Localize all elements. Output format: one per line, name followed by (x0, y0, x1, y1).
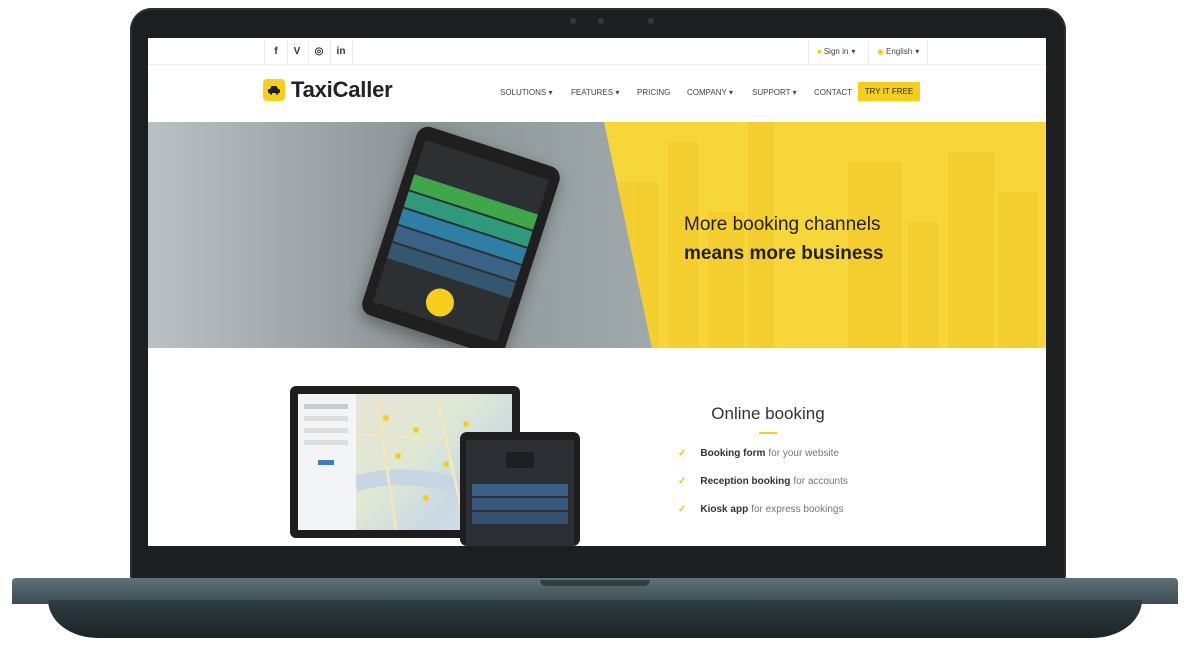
vimeo-icon[interactable]: V (286, 38, 309, 64)
booking-form-preview (298, 394, 357, 530)
feature-name: Reception booking (700, 476, 791, 487)
check-icon: ✓ (678, 448, 687, 459)
instagram-icon[interactable]: ◎ (308, 38, 331, 64)
tablet-mockup-screen (466, 440, 574, 546)
chevron-down-icon: ▾ (915, 46, 920, 56)
nav-contact[interactable]: CONTACT (814, 88, 852, 97)
feature-item: ✓ Booking form for your website (678, 448, 839, 459)
nav-label: SUPPORT (752, 88, 791, 97)
nav-solutions[interactable]: SOLUTIONS ▾ (500, 88, 552, 97)
hero-line-2: means more business (684, 243, 884, 264)
laptop-base (0, 578, 1190, 640)
globe-icon: ◉ (877, 46, 884, 56)
sign-in-link[interactable]: ● Sign in ▾ (808, 38, 863, 64)
nav-features[interactable]: FEATURES ▾ (571, 88, 619, 97)
site-header: TaxiCaller SOLUTIONS ▾ FEATURES ▾ PRICIN… (148, 64, 1046, 122)
nav-pricing[interactable]: PRICING (637, 88, 670, 97)
taxi-icon (263, 79, 285, 101)
nav-label: COMPANY (687, 88, 727, 97)
tablet-mockup (460, 432, 580, 546)
nav-support[interactable]: SUPPORT ▾ (752, 88, 797, 97)
title-underline (759, 432, 777, 434)
language-selector[interactable]: ◉ English ▾ (868, 38, 929, 64)
brand-name: TaxiCaller (291, 77, 393, 102)
section-title: Online booking (711, 404, 825, 423)
feature-name: Booking form (700, 448, 766, 459)
user-icon: ● (817, 46, 822, 56)
chevron-down-icon: ▾ (548, 88, 553, 97)
camera-lens (598, 18, 604, 24)
top-bar: f V ◎ in ● Sign in ▾ ◉ English ▾ (148, 38, 1046, 65)
feature-item: ✓ Reception booking for accounts (678, 476, 848, 487)
brand-logo[interactable]: TaxiCaller (263, 77, 393, 103)
hero-headline: More booking channels means more busines… (684, 210, 884, 268)
chevron-down-icon: ▾ (851, 46, 856, 56)
hero-line-1: More booking channels (684, 214, 881, 235)
try-it-free-button[interactable]: TRY IT FREE (858, 82, 920, 101)
nav-label: FEATURES (571, 88, 614, 97)
check-icon: ✓ (678, 476, 687, 487)
chevron-down-icon: ▾ (615, 88, 620, 97)
nav-label: PRICING (637, 88, 671, 97)
hero-banner: More booking channels means more busines… (148, 122, 1046, 348)
feature-item: ✓ Kiosk app for express bookings (678, 504, 843, 515)
browser-screen: f V ◎ in ● Sign in ▾ ◉ English ▾ TaxiCal… (148, 38, 1046, 546)
nav-label: CONTACT (814, 88, 853, 97)
laptop-underside (48, 600, 1142, 638)
check-icon: ✓ (678, 504, 687, 515)
sign-in-label: Sign in (823, 46, 849, 56)
camera-dot (570, 18, 576, 24)
nav-company[interactable]: COMPANY ▾ (687, 88, 733, 97)
laptop-notch (540, 580, 650, 586)
language-label: English (885, 46, 913, 56)
chevron-down-icon: ▾ (792, 88, 797, 97)
nav-label: SOLUTIONS (500, 88, 547, 97)
chevron-down-icon: ▾ (728, 88, 733, 97)
taxi-icon (422, 284, 458, 321)
feature-detail: for your website (768, 448, 839, 459)
feature-detail: for express bookings (751, 504, 844, 515)
feature-detail: for accounts (793, 476, 848, 487)
camera-sensor (648, 18, 654, 24)
feature-name: Kiosk app (700, 504, 749, 515)
linkedin-icon[interactable]: in (330, 38, 353, 64)
facebook-icon[interactable]: f (264, 38, 288, 64)
